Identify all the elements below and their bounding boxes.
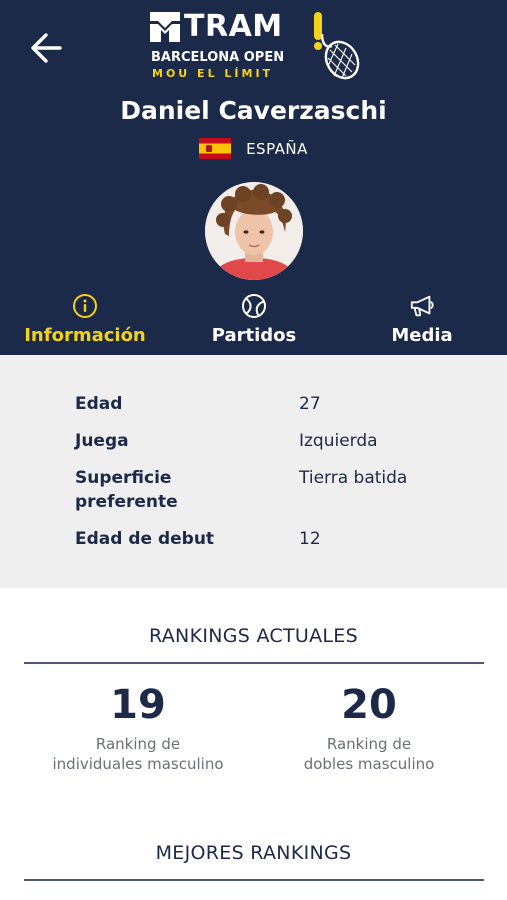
tab-partidos-label: Partidos	[211, 325, 297, 346]
megaphone-icon	[410, 295, 434, 317]
rankings-actuales-title: RANKINGS ACTUALES	[149, 625, 358, 647]
tab-media-label: Media	[391, 325, 453, 346]
logo-tagline: MOU EL LÍMIT	[152, 67, 274, 80]
tennis-ball-icon	[242, 294, 266, 318]
back-button[interactable]	[26, 28, 66, 68]
tab-informacion-label: Información	[24, 325, 146, 346]
arrow-left-icon	[31, 33, 62, 63]
info-value: 12	[299, 529, 321, 549]
info-key: Edad de debut	[75, 529, 215, 549]
info-value: 27	[299, 394, 321, 414]
info-circle-icon	[73, 294, 97, 318]
player-header: TRAM BARCELONA OPEN MOU EL LÍMIT Daniel …	[0, 0, 507, 355]
tournament-logo: TRAM BARCELONA OPEN MOU EL LÍMIT	[150, 10, 362, 86]
player-photo	[205, 182, 303, 280]
doubles-ranking-label: Ranking de dobles masculino	[303, 735, 435, 773]
logo-mark-icon	[150, 12, 180, 42]
singles-ranking-value: 19	[110, 682, 166, 728]
mejores-rankings-title: MEJORES RANKINGS	[155, 842, 352, 864]
singles-ranking: 19 Ranking de individuales masculino	[28, 682, 248, 774]
racket-logo-icon	[314, 12, 360, 80]
profile-tabs: Información Partidos Media	[0, 293, 507, 353]
player-country: ESPAÑA	[0, 138, 507, 159]
tab-informacion[interactable]: Información	[20, 293, 150, 353]
info-value: Izquierda	[299, 431, 378, 451]
doubles-ranking: 20 Ranking de dobles masculino	[259, 682, 479, 774]
info-key: Juega	[75, 431, 129, 451]
tab-media[interactable]: Media	[372, 293, 472, 353]
info-key: Superficie preferente	[75, 468, 178, 512]
player-info-panel: Edad 27 Juega Izquierda Superficie prefe…	[0, 355, 507, 588]
section-divider	[24, 662, 484, 664]
spain-flag-icon	[199, 138, 232, 159]
section-divider	[24, 879, 484, 881]
player-name: Daniel Caverzaschi	[120, 96, 387, 125]
info-key: Edad	[75, 394, 123, 414]
country-name: ESPAÑA	[246, 139, 308, 158]
player-avatar	[205, 182, 303, 280]
logo-event-name: BARCELONA OPEN	[151, 50, 285, 65]
logo-wordmark: TRAM	[184, 9, 283, 44]
singles-ranking-label: Ranking de individuales masculino	[52, 735, 224, 773]
tab-partidos[interactable]: Partidos	[194, 293, 314, 353]
doubles-ranking-value: 20	[341, 682, 397, 728]
info-value: Tierra batida	[299, 468, 408, 488]
